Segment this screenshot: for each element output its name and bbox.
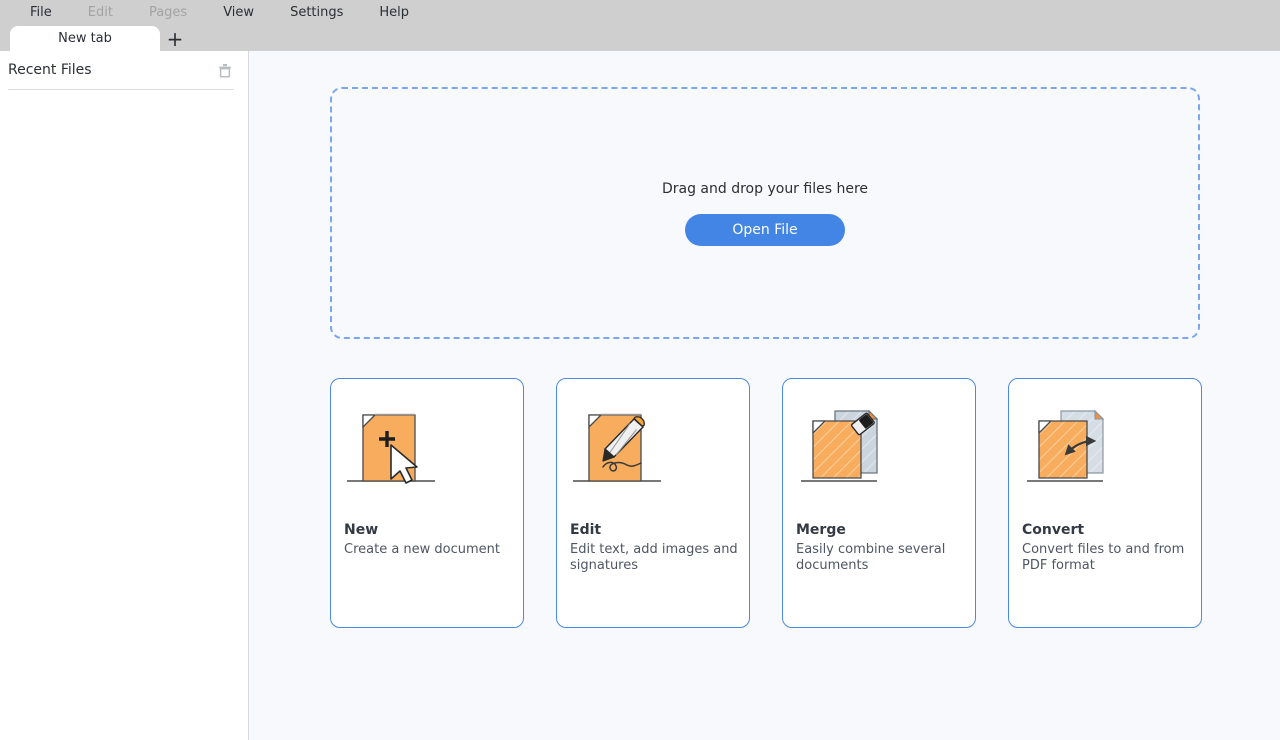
card-new[interactable]: New Create a new document <box>330 378 524 628</box>
card-description: Convert files to and from PDF format <box>1022 542 1194 574</box>
tab-new-tab[interactable]: New tab <box>10 26 160 51</box>
file-dropzone[interactable]: Drag and drop your files here Open File <box>330 87 1200 339</box>
card-convert[interactable]: Convert Convert files to and from PDF fo… <box>1008 378 1202 628</box>
plus-icon: + <box>167 29 184 49</box>
tab-label: New tab <box>58 31 112 46</box>
card-edit[interactable]: Edit Edit text, add images and signature… <box>556 378 750 628</box>
card-text: Merge Easily combine several documents <box>796 522 968 574</box>
menu-item-file[interactable]: File <box>12 0 70 26</box>
dropzone-label: Drag and drop your files here <box>662 181 868 197</box>
menu-item-view[interactable]: View <box>205 0 272 26</box>
clear-recent-files-button[interactable] <box>216 61 234 79</box>
recent-files-list <box>0 91 248 740</box>
convert-document-icon <box>1021 401 1117 491</box>
card-description: Create a new document <box>344 542 516 558</box>
merge-documents-icon <box>795 401 891 491</box>
card-merge[interactable]: Merge Easily combine several documents <box>782 378 976 628</box>
new-tab-button[interactable]: + <box>161 26 189 51</box>
sidebar-divider <box>8 89 234 90</box>
card-text: Convert Convert files to and from PDF fo… <box>1022 522 1194 574</box>
new-document-icon <box>343 401 439 491</box>
card-text: Edit Edit text, add images and signature… <box>570 522 742 574</box>
sidebar: Recent Files <box>0 51 249 740</box>
main-content: Drag and drop your files here Open File … <box>249 51 1280 740</box>
sidebar-title: Recent Files <box>8 62 216 78</box>
menu-item-help[interactable]: Help <box>361 0 427 26</box>
card-title: Convert <box>1022 522 1194 539</box>
menu-bar: File Edit Pages View Settings Help <box>0 0 1280 26</box>
menu-item-pages: Pages <box>131 0 205 26</box>
card-title: Merge <box>796 522 968 539</box>
open-file-button[interactable]: Open File <box>685 214 845 246</box>
card-title: New <box>344 522 516 539</box>
menu-item-settings[interactable]: Settings <box>272 0 361 26</box>
tab-strip: New tab + <box>0 26 1280 51</box>
card-title: Edit <box>570 522 742 539</box>
menu-item-edit: Edit <box>70 0 131 26</box>
action-cards: New Create a new document <box>330 378 1202 628</box>
card-text: New Create a new document <box>344 522 516 558</box>
card-description: Easily combine several documents <box>796 542 968 574</box>
sidebar-header: Recent Files <box>0 51 248 89</box>
app-window: File Edit Pages View Settings Help New t… <box>0 0 1280 740</box>
trash-icon <box>216 61 234 79</box>
card-description: Edit text, add images and signatures <box>570 542 742 574</box>
edit-document-icon <box>569 401 665 491</box>
